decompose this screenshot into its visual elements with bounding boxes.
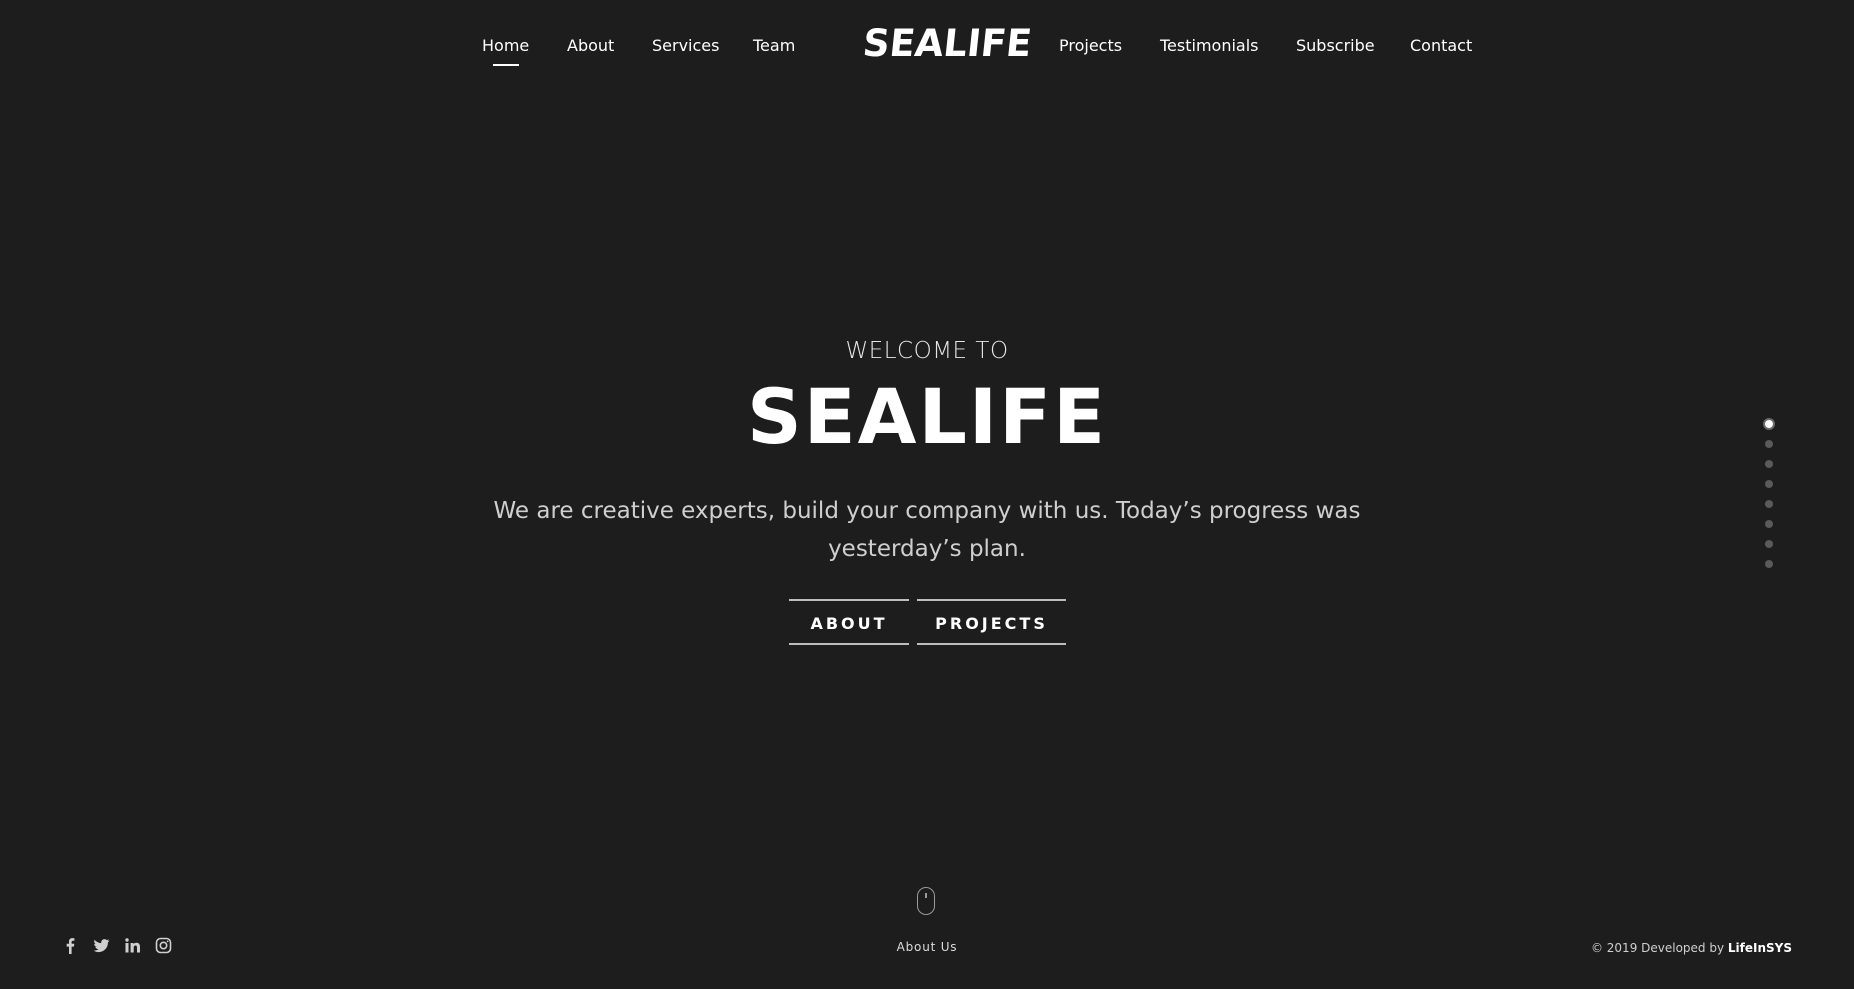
social-links [62, 937, 172, 954]
facebook-icon[interactable] [62, 937, 79, 954]
nav-item-subscribe[interactable]: Subscribe [1296, 36, 1375, 56]
nav-item-projects[interactable]: Projects [1059, 36, 1122, 56]
pagination-dot-2[interactable] [1765, 440, 1773, 448]
top-navigation: Home About Services Team SEALIFE Project… [0, 0, 1854, 92]
hero-title: SEALIFE [746, 372, 1107, 461]
pagination-dot-8[interactable] [1765, 560, 1773, 568]
pagination-dot-1[interactable] [1763, 418, 1775, 430]
nav-item-home[interactable]: Home [482, 36, 529, 66]
hero-welcome-text: WELCOME TO [845, 338, 1009, 364]
pagination-dot-3[interactable] [1765, 460, 1773, 468]
scroll-mouse-icon[interactable] [917, 887, 935, 915]
sealife-logo[interactable]: SEALIFE [861, 22, 1034, 66]
nav-item-team[interactable]: Team [753, 36, 795, 56]
hero-subtitle-line-2: yesterday’s plan. [828, 536, 1026, 562]
copyright-text: © 2019 Developed by LifeInSYS [1591, 941, 1792, 955]
instagram-icon[interactable] [155, 937, 172, 954]
hero-subtitle: We are creative experts, build your comp… [477, 492, 1377, 568]
copyright-prefix: © 2019 Developed by [1590, 941, 1728, 955]
hero-subtitle-line-1: We are creative experts, build your comp… [493, 498, 1361, 524]
pagination-dot-5[interactable] [1765, 500, 1773, 508]
projects-button[interactable]: PROJECTS [917, 599, 1066, 645]
nav-item-contact[interactable]: Contact [1410, 36, 1472, 56]
copyright-brand-link[interactable]: LifeInSYS [1728, 941, 1792, 955]
nav-item-services[interactable]: Services [652, 36, 719, 56]
scroll-label[interactable]: About Us [877, 940, 977, 954]
about-button[interactable]: ABOUT [789, 599, 909, 645]
nav-item-about[interactable]: About [567, 36, 614, 56]
pagination-dot-7[interactable] [1765, 540, 1773, 548]
pagination-dot-6[interactable] [1765, 520, 1773, 528]
linkedin-icon[interactable] [124, 937, 141, 954]
twitter-icon[interactable] [93, 937, 110, 954]
pagination-dot-4[interactable] [1765, 480, 1773, 488]
nav-item-testimonials[interactable]: Testimonials [1160, 36, 1259, 56]
